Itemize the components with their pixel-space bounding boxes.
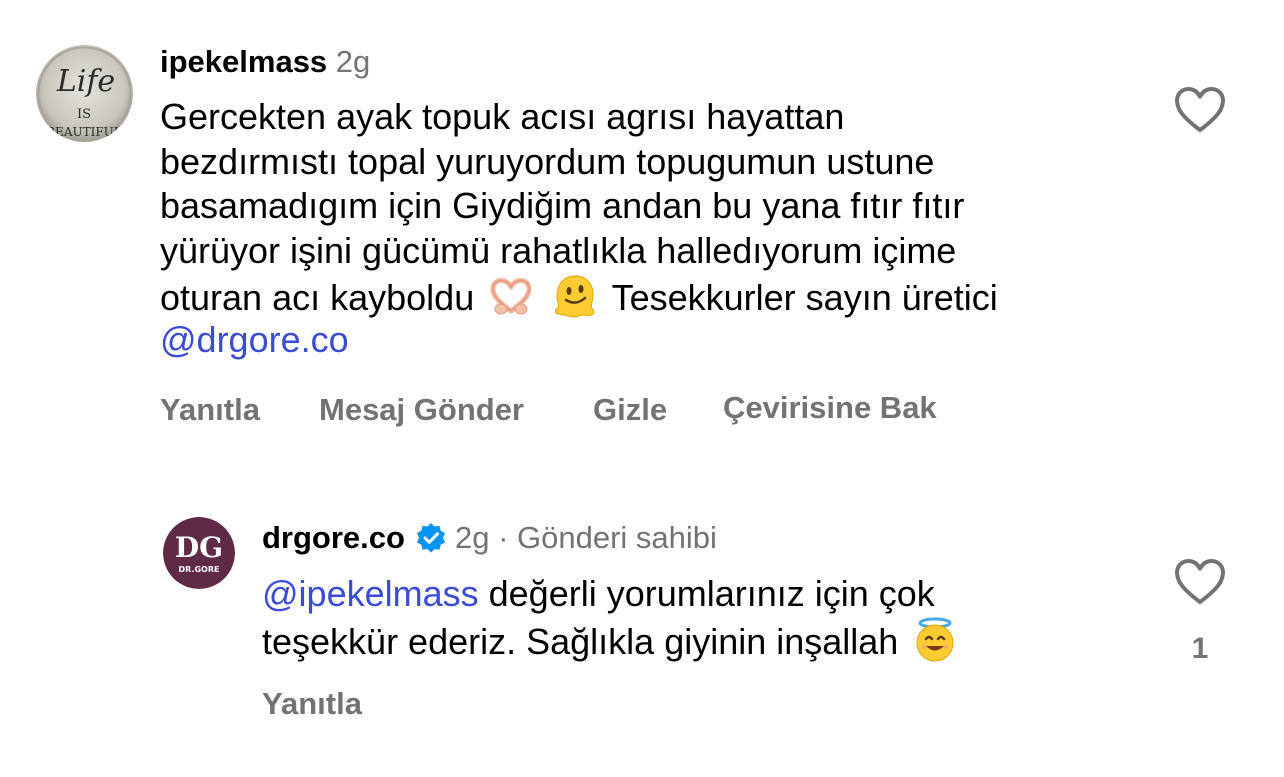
heart-hands-emoji (488, 273, 534, 319)
like-heart-icon[interactable] (1174, 558, 1226, 606)
like-heart-icon[interactable] (1174, 86, 1226, 134)
mention-link[interactable]: @ipekelmass (262, 573, 479, 614)
comment-line-end: Tesekkurler sayın üretici (611, 277, 998, 318)
comment-line: basamadıgım için Giydiğim andan bu yana … (160, 185, 965, 226)
avatar-drgore[interactable]: DG DR.GORE (163, 517, 235, 589)
reply-time: 2g (454, 520, 490, 555)
avatar-ipekelmass[interactable]: Life IS BEAUTIFUL (36, 45, 133, 142)
reply-line-rest: değerli yorumlarınız için çok (478, 573, 935, 614)
send-message-button[interactable]: Mesaj Gönder (319, 392, 524, 428)
verified-badge-icon (415, 522, 447, 554)
see-translation-button[interactable]: Çevirisine Bak (723, 390, 937, 426)
comment-username[interactable]: ipekelmass (160, 44, 327, 79)
melting-face-emoji (552, 273, 598, 319)
mention-link[interactable]: @drgore.co (160, 318, 998, 363)
comment-line-start: oturan acı kayboldu (160, 277, 475, 318)
like-count[interactable]: 1 (1176, 632, 1224, 666)
comment-time: 2g (335, 44, 371, 79)
avatar-text-dg: DG (175, 531, 223, 564)
comment-header: ipekelmass 2g (160, 44, 370, 80)
avatar-text-is: IS (77, 107, 91, 122)
reply-header: drgore.co 2g · Gönderi sahibi (262, 520, 717, 556)
reply-line: @ipekelmass değerli yorumlarınız için ço… (262, 572, 962, 617)
author-badge: Gönderi sahibi (517, 520, 717, 555)
avatar-text-beautiful: BEAUTIFUL (46, 125, 122, 139)
reply-line: teşekkür ederiz. Sağlıkla giyinin inşall… (262, 617, 962, 662)
avatar-text-life: Life (56, 64, 115, 99)
reply-username[interactable]: drgore.co (262, 520, 405, 556)
comment-line: yürüyor işini gücümü rahatlıkla halledıy… (160, 229, 957, 271)
meta-separator: · (489, 520, 518, 555)
comment-body: Gercekten ayak topuk acısı agrısı hayatt… (160, 95, 998, 362)
reply-line-text: teşekkür ederiz. Sağlıkla giyinin inşall… (262, 620, 899, 662)
comment-line-last: oturan acı kayboldu Tesekkurler sayın ür… (160, 273, 998, 318)
reply-button[interactable]: Yanıtla (262, 686, 362, 722)
comment-line: bezdırmıstı topal yuruyordum topugumun u… (160, 140, 935, 182)
reply-body: @ipekelmass değerli yorumlarınız için ço… (262, 572, 962, 662)
smiling-face-with-halo-emoji (912, 617, 958, 663)
hide-button[interactable]: Gizle (593, 392, 667, 428)
comment-line: Gercekten ayak topuk acısı agrısı hayatt… (160, 96, 845, 137)
reply-button[interactable]: Yanıtla (160, 392, 260, 428)
avatar-text-drgore: DR.GORE (179, 565, 220, 574)
